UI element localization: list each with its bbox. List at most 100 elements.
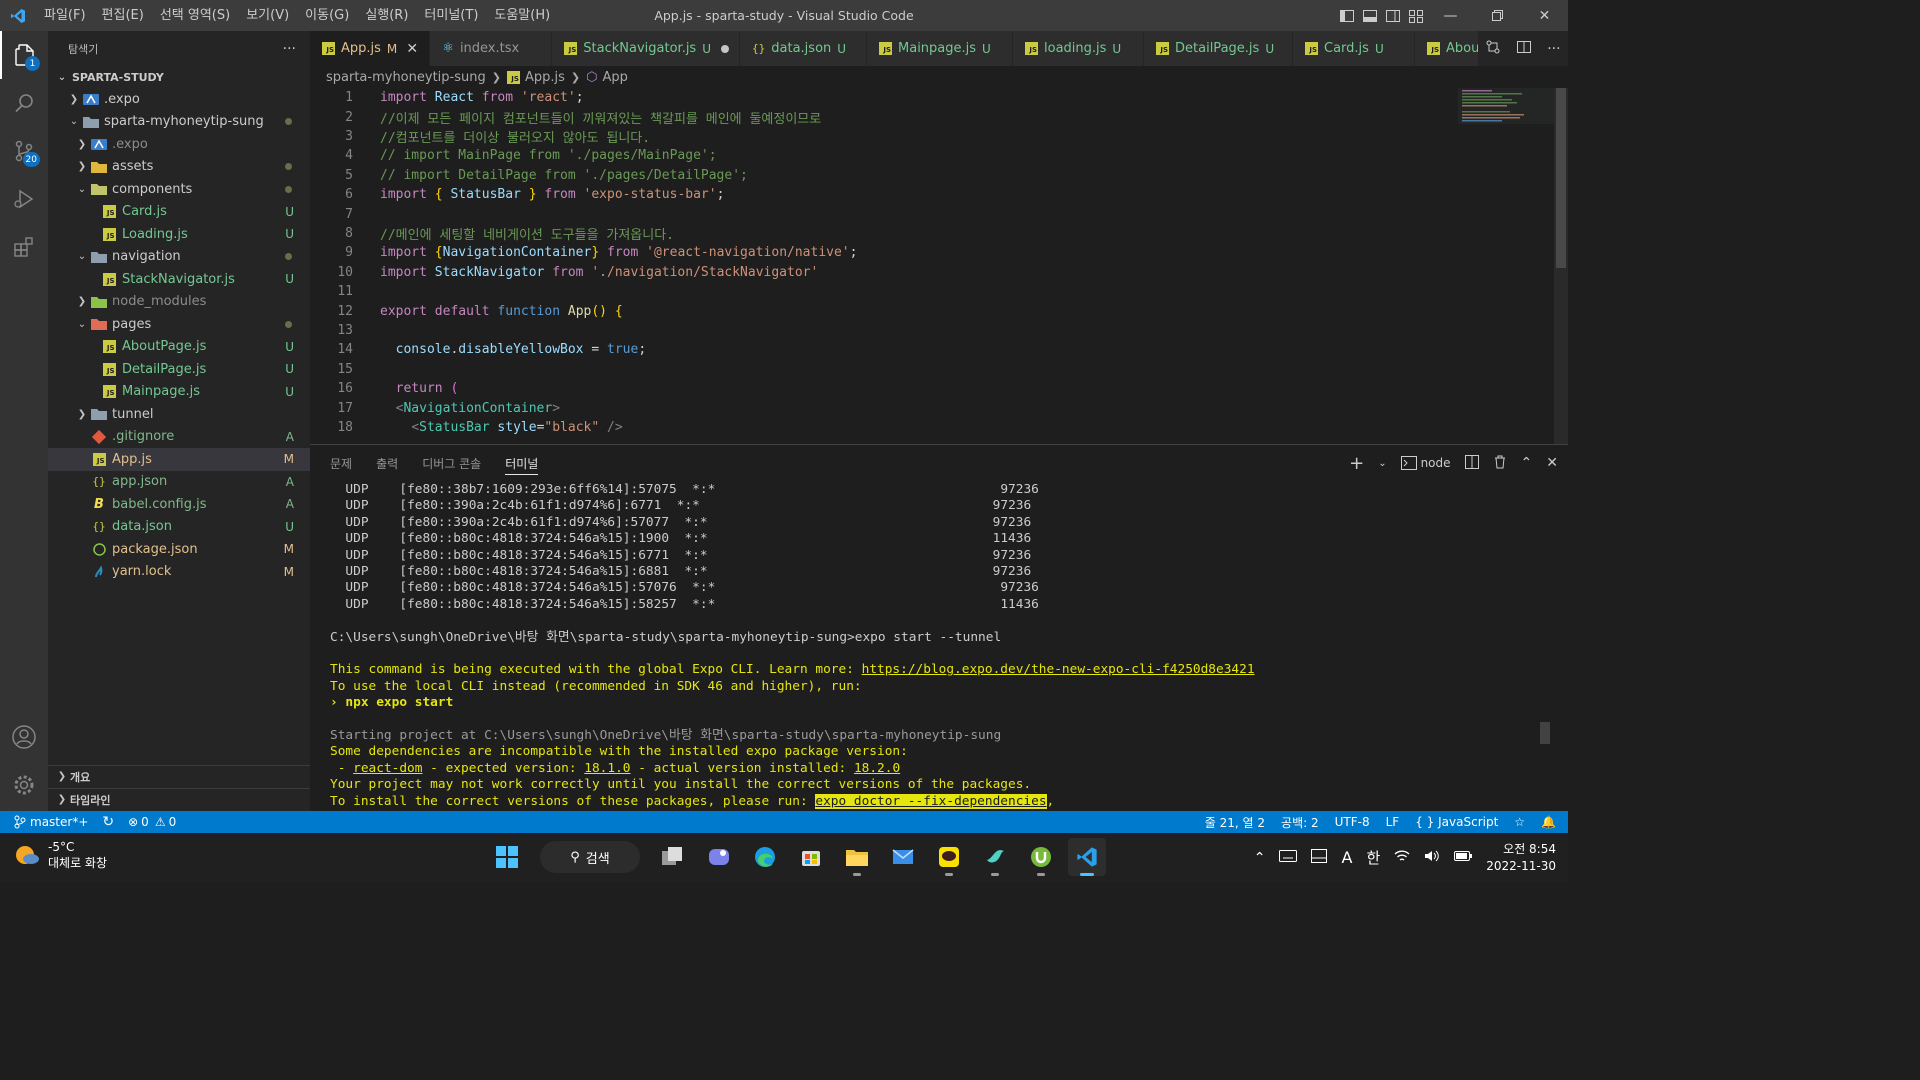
clock[interactable]: 오전 8:54 2022-11-30 <box>1486 841 1556 875</box>
customize-layout-icon[interactable] <box>1404 0 1427 31</box>
workspace-root[interactable]: ⌄ SPARTA-STUDY <box>48 66 310 88</box>
ime-mode[interactable]: A <box>1341 848 1352 867</box>
ime-language[interactable]: 한 <box>1366 847 1380 868</box>
branch-status[interactable]: master*+ <box>14 815 88 829</box>
tree-item-navigation[interactable]: ⌄ navigation <box>48 246 310 269</box>
more-actions-icon[interactable]: ··· <box>283 41 296 57</box>
editor-scrollbar[interactable] <box>1554 88 1568 444</box>
tab-mainpage-js[interactable]: JS Mainpage.js U <box>867 31 1014 66</box>
tablet-mode-icon[interactable] <box>1311 848 1328 867</box>
volume-icon[interactable] <box>1424 849 1440 867</box>
tab-problems[interactable]: 문제 <box>330 445 352 481</box>
end-of-line[interactable]: LF <box>1386 815 1400 829</box>
utorrent-app[interactable] <box>1022 838 1060 876</box>
close-window-button[interactable]: ✕ <box>1521 0 1568 31</box>
tree-item-app-js[interactable]: JS App.js M <box>48 448 310 471</box>
tab-terminal[interactable]: 터미널 <box>505 445 539 481</box>
taskbar-search[interactable]: ⚲ 검색 <box>540 841 640 873</box>
tab-app-js[interactable]: JS App.js M ✕ <box>310 31 431 66</box>
terminal-scrollbar[interactable] <box>1540 722 1550 744</box>
menu-file[interactable]: 파일(F) <box>36 0 94 31</box>
battery-icon[interactable] <box>1454 850 1473 865</box>
close-panel-icon[interactable]: ✕ <box>1546 455 1558 471</box>
toggle-primary-sidebar-icon[interactable] <box>1335 0 1358 31</box>
breadcrumb-folder[interactable]: sparta-myhoneytip-sung <box>326 70 486 85</box>
fix-dependencies-command[interactable]: expo doctor --fix-dependencies <box>815 793 1047 809</box>
minimize-button[interactable]: — <box>1427 0 1474 31</box>
cursor-position[interactable]: 줄 21, 열 2 <box>1205 814 1265 831</box>
explorer-activity[interactable]: 1 <box>0 31 48 79</box>
trash-icon[interactable] <box>1493 455 1507 472</box>
breadcrumb-file[interactable]: App.js <box>525 70 565 85</box>
more-actions-icon[interactable]: ··· <box>1547 41 1560 57</box>
tab-index-tsx[interactable]: ⚛ index.tsx <box>430 31 553 66</box>
tree-item-mainpage-js[interactable]: JS Mainpage.js U <box>48 381 310 404</box>
minimap[interactable] <box>1458 88 1554 128</box>
keyboard-icon[interactable] <box>1279 849 1298 866</box>
tree-item-stacknavigator-js[interactable]: JS StackNavigator.js U <box>48 268 310 291</box>
store-app[interactable] <box>792 838 830 876</box>
tab-data-json[interactable]: {} data.json U <box>740 31 868 66</box>
tab-loading-js[interactable]: JS loading.js U <box>1013 31 1145 66</box>
tree-item-app-json[interactable]: {} app.json A <box>48 471 310 494</box>
unsaved-dot-icon[interactable] <box>721 44 730 53</box>
tab-debug-console[interactable]: 디버그 콘솔 <box>422 445 481 481</box>
tree-item-yarn-lock[interactable]: yarn.lock M <box>48 561 310 584</box>
manage-activity[interactable] <box>0 761 48 809</box>
menu-view[interactable]: 보기(V) <box>238 0 297 31</box>
menu-run[interactable]: 실행(R) <box>357 0 416 31</box>
chat-app[interactable] <box>700 838 738 876</box>
tab-card-js[interactable]: JS Card.js U <box>1293 31 1416 66</box>
file-explorer-app[interactable] <box>838 838 876 876</box>
split-terminal-icon[interactable] <box>1464 454 1479 472</box>
sync-icon[interactable]: ↻ <box>102 814 114 830</box>
menu-go[interactable]: 이동(G) <box>297 0 357 31</box>
chevron-up-icon[interactable]: ⌃ <box>1254 850 1266 866</box>
notifications-icon[interactable]: 🔔 <box>1541 815 1556 829</box>
tree-item-package-json[interactable]: package.json M <box>48 538 310 561</box>
timeline-section[interactable]: ❯ 타임라인 <box>48 788 310 810</box>
outline-section[interactable]: ❯ 개요 <box>48 765 310 787</box>
menu-edit[interactable]: 편집(E) <box>94 0 152 31</box>
chevron-down-icon[interactable]: ⌄ <box>1378 458 1386 469</box>
kakaotalk-app[interactable] <box>930 838 968 876</box>
extensions-activity[interactable] <box>0 223 48 271</box>
vscode-app[interactable] <box>1068 838 1106 876</box>
search-activity[interactable] <box>0 79 48 127</box>
mail-app[interactable] <box>884 838 922 876</box>
language-mode[interactable]: { } JavaScript <box>1415 815 1498 829</box>
live-share-icon[interactable]: ☆ <box>1514 815 1525 829</box>
tab-detailpage-js[interactable]: JS DetailPage.js U <box>1144 31 1294 66</box>
tree-item-pages[interactable]: ⌄ pages <box>48 313 310 336</box>
encoding[interactable]: UTF-8 <box>1335 815 1370 829</box>
terminal-shell-selector[interactable]: node <box>1400 456 1451 470</box>
accounts-activity[interactable] <box>0 713 48 761</box>
new-terminal-icon[interactable]: + <box>1349 453 1364 474</box>
breadcrumb-symbol[interactable]: App <box>602 70 627 85</box>
tree-item-card-js[interactable]: JS Card.js U <box>48 201 310 224</box>
source-control-activity[interactable]: 20 <box>0 127 48 175</box>
tree-item-detailpage-js[interactable]: JS DetailPage.js U <box>48 358 310 381</box>
edge-app[interactable] <box>746 838 784 876</box>
menu-help[interactable]: 도움말(H) <box>486 0 558 31</box>
tree-item-expo[interactable]: ❯ .expo <box>48 133 310 156</box>
wifi-icon[interactable] <box>1394 849 1410 867</box>
menu-selection[interactable]: 선택 영역(S) <box>152 0 238 31</box>
tab-output[interactable]: 출력 <box>376 445 398 481</box>
tree-item-node-modules[interactable]: ❯ node_modules <box>48 291 310 314</box>
tree-item-aboutpage-js[interactable]: JS AboutPage.js U <box>48 336 310 359</box>
task-view-button[interactable] <box>654 838 692 876</box>
close-tab-icon[interactable]: ✕ <box>405 41 419 57</box>
tree-item-project-folder[interactable]: ⌄ sparta-myhoneytip-sung <box>48 111 310 134</box>
run-debug-activity[interactable] <box>0 175 48 223</box>
code-editor[interactable]: 1 import React from 'react'; 2//이제 모든 페이지… <box>310 88 1568 444</box>
weather-widget[interactable]: -5°C 대체로 화창 <box>14 839 107 871</box>
tree-item-tunnel[interactable]: ❯ tunnel <box>48 403 310 426</box>
chevron-up-icon[interactable]: ⌃ <box>1521 455 1533 471</box>
menu-terminal[interactable]: 터미널(T) <box>416 0 486 31</box>
tree-item-assets[interactable]: ❯ assets <box>48 156 310 179</box>
bird-app[interactable] <box>976 838 1014 876</box>
tree-item-loading-js[interactable]: JS Loading.js U <box>48 223 310 246</box>
toggle-panel-icon[interactable] <box>1358 0 1381 31</box>
tree-item-gitignore[interactable]: .gitignore A <box>48 426 310 449</box>
